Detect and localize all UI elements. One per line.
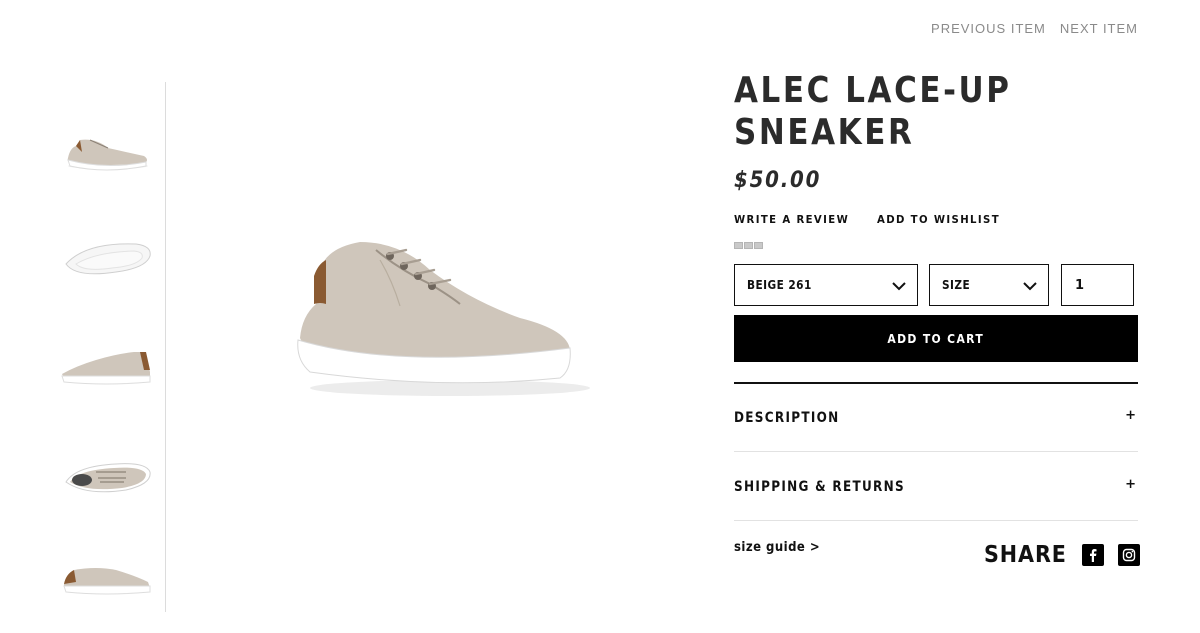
star-icon [754, 242, 763, 249]
shipping-returns-accordion[interactable]: SHIPPING & RETURNS + [734, 453, 1138, 521]
product-title: ALEC LACE-UP SNEAKER [734, 70, 1012, 153]
description-accordion[interactable]: DESCRIPTION + [734, 384, 1138, 452]
previous-item-link[interactable]: PREVIOUS ITEM [931, 21, 1046, 36]
expand-plus-icon: + [1125, 477, 1136, 492]
size-select[interactable]: SIZE [929, 264, 1049, 306]
star-icon [734, 242, 743, 249]
thumbnail-three-quarter[interactable] [56, 112, 156, 176]
thumbnail-top[interactable] [56, 442, 156, 506]
variant-selectors: BEIGE 261 SIZE [734, 264, 1138, 306]
shipping-returns-label: SHIPPING & RETURNS [734, 479, 905, 495]
color-select-value: BEIGE 261 [747, 278, 812, 292]
quantity-input[interactable] [1061, 264, 1134, 306]
description-label: DESCRIPTION [734, 410, 840, 426]
next-item-link[interactable]: NEXT ITEM [1060, 21, 1138, 36]
expand-plus-icon: + [1125, 408, 1136, 423]
add-to-cart-label: ADD TO CART [887, 331, 985, 346]
chevron-down-icon [892, 282, 906, 291]
product-price: $50.00 [734, 168, 822, 193]
thumbnail-side-other[interactable] [56, 540, 156, 604]
facebook-icon[interactable] [1082, 544, 1104, 566]
rating-stars [734, 242, 763, 249]
main-product-image [280, 220, 600, 410]
add-to-wishlist-link[interactable]: ADD TO WISHLIST [877, 213, 1000, 226]
color-select[interactable]: BEIGE 261 [734, 264, 918, 306]
instagram-icon[interactable] [1118, 544, 1140, 566]
write-review-link[interactable]: WRITE A REVIEW [734, 213, 849, 226]
product-info: ALEC LACE-UP SNEAKER $50.00 WRITE A REVI… [734, 70, 1140, 568]
star-icon [744, 242, 753, 249]
thumbnail-side[interactable] [56, 330, 156, 394]
chevron-down-icon [1023, 282, 1037, 291]
product-actions: WRITE A REVIEW ADD TO WISHLIST [734, 213, 1011, 226]
size-guide-link[interactable]: size guide > [734, 540, 820, 555]
size-select-value: SIZE [942, 278, 971, 292]
thumbnail-sole[interactable] [56, 224, 156, 288]
item-navigation: PREVIOUS ITEM NEXT ITEM [931, 21, 1138, 36]
add-to-cart-button[interactable]: ADD TO CART [734, 315, 1138, 362]
thumbnail-column [50, 82, 166, 612]
share-section: SHARE [984, 542, 1140, 568]
share-label: SHARE [984, 542, 1067, 568]
